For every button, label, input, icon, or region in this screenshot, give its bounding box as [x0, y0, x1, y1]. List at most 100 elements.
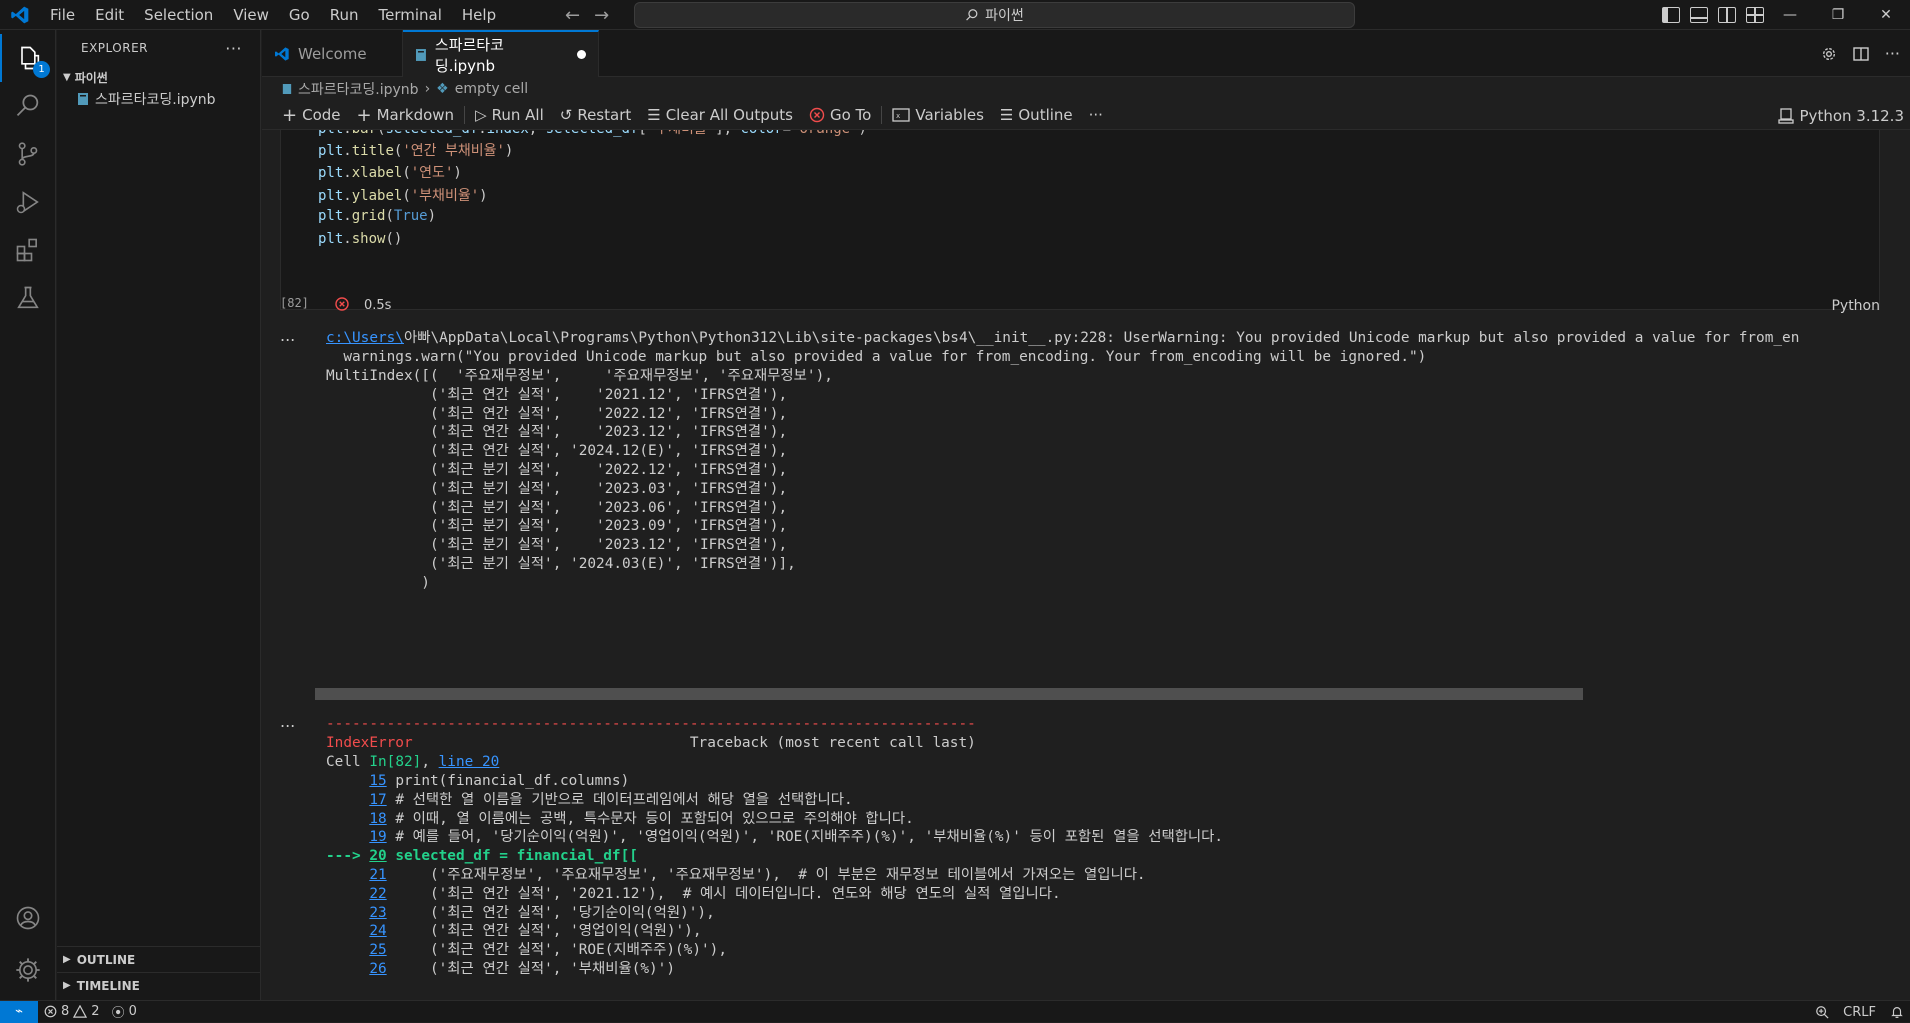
remote-indicator-icon[interactable]: ⌁: [0, 1000, 38, 1023]
svg-text:x: x: [896, 112, 900, 120]
restore-icon[interactable]: ❐: [1814, 0, 1862, 30]
line-number-link[interactable]: 23: [369, 905, 386, 921]
close-icon[interactable]: ✕: [1862, 0, 1910, 30]
list-icon: ☰: [999, 106, 1014, 124]
restart-button[interactable]: ↺ Restart: [552, 101, 640, 130]
error-circle-icon: [809, 107, 825, 123]
status-bar: ⌁ 8 2 ⦿ 0 CRLF: [0, 1000, 1910, 1023]
breadcrumb: 스파르타코딩.ipynb › ❖ empty cell: [262, 77, 1910, 101]
warning-count: 2: [91, 1004, 100, 1019]
clear-all-outputs-button[interactable]: ☰ Clear All Outputs: [639, 101, 801, 130]
breadcrumb-file[interactable]: 스파르타코딩.ipynb: [298, 79, 419, 99]
toggle-secondary-sidebar-icon[interactable]: [1718, 7, 1736, 23]
code-cell[interactable]: plt.bar(selected_df.index, selected_df['…: [280, 130, 1880, 310]
unsaved-dot-icon[interactable]: [577, 50, 586, 59]
menu-selection[interactable]: Selection: [134, 0, 223, 30]
warning-text: 아빠\AppData\Local\Programs\Python\Python3…: [403, 330, 1800, 346]
menu-file[interactable]: File: [40, 0, 85, 30]
menu-edit[interactable]: Edit: [85, 0, 134, 30]
run-all-button[interactable]: ▷ Run All: [467, 101, 552, 130]
variables-button[interactable]: x Variables: [884, 101, 992, 130]
add-markdown-button[interactable]: + Markdown: [349, 101, 463, 130]
source-control-icon[interactable]: [0, 130, 56, 178]
toolbar-more-button[interactable]: ···: [1081, 101, 1111, 130]
multiindex-line: ('최근 분기 실적', '2022.12', 'IFRS연결'),: [326, 461, 788, 478]
vscode-logo-icon: [0, 0, 40, 30]
line-number-link[interactable]: 26: [369, 961, 386, 977]
search-view-icon[interactable]: [0, 82, 56, 130]
code-line: plt.show(): [318, 231, 403, 247]
multiindex-line: ('최근 분기 실적', '2023.03', 'IFRS연결'),: [326, 480, 788, 497]
output-more-icon[interactable]: ...: [280, 712, 295, 731]
line-number-link[interactable]: 15: [369, 773, 386, 789]
problems-indicator[interactable]: 8 2: [38, 1004, 106, 1019]
more-actions-icon[interactable]: ···: [225, 39, 242, 58]
run-all-label: Run All: [491, 106, 544, 124]
testing-icon[interactable]: [0, 274, 56, 322]
line-number-link[interactable]: 21: [369, 867, 386, 883]
settings-gear-icon[interactable]: [1821, 46, 1837, 62]
minimize-icon[interactable]: —: [1766, 0, 1814, 30]
explorer-icon[interactable]: 1: [0, 34, 56, 82]
tab-welcome[interactable]: Welcome: [262, 30, 403, 77]
outline-button[interactable]: ☰ Outline: [992, 101, 1081, 130]
menu-terminal[interactable]: Terminal: [369, 0, 452, 30]
run-debug-icon[interactable]: [0, 178, 56, 226]
extensions-icon[interactable]: [0, 226, 56, 274]
line-number-link[interactable]: 20: [369, 848, 386, 864]
line-number-link[interactable]: 17: [369, 792, 386, 808]
manage-gear-icon[interactable]: [0, 946, 56, 994]
eol-indicator[interactable]: CRLF: [1843, 1005, 1876, 1020]
line-number-link[interactable]: 19: [369, 829, 386, 845]
traceback-label: Traceback (most recent call last): [412, 735, 976, 751]
title-bar: File Edit Selection View Go Run Terminal…: [0, 0, 1910, 30]
cell-duration: 0.5s: [364, 298, 392, 313]
back-arrow-icon[interactable]: ←: [565, 5, 580, 26]
menu-run[interactable]: Run: [320, 0, 369, 30]
line-number-link[interactable]: 25: [369, 942, 386, 958]
customize-layout-icon[interactable]: [1746, 7, 1764, 23]
ports-indicator[interactable]: ⦿ 0: [106, 1002, 143, 1021]
notebook-file-icon: [282, 84, 292, 94]
go-to-button[interactable]: Go To: [801, 101, 879, 130]
traceback-code: # 선택한 열 이름을 기반으로 데이터프레임에서 해당 열을 선택합니다.: [395, 791, 853, 808]
notifications-bell-icon[interactable]: [1890, 1005, 1904, 1019]
menu-go[interactable]: Go: [279, 0, 320, 30]
menu-view[interactable]: View: [223, 0, 279, 30]
chevron-right-icon: ▶: [63, 954, 71, 965]
command-center[interactable]: 파이썬: [634, 2, 1355, 28]
outline-section[interactable]: ▶ OUTLINE: [57, 946, 261, 972]
cell-sep: ,: [421, 754, 439, 770]
timeline-section[interactable]: ▶ TIMELINE: [57, 972, 261, 998]
warning-path-link[interactable]: c:\Users\: [326, 330, 404, 346]
line-number-link[interactable]: 22: [369, 886, 386, 902]
line-number-link[interactable]: 18: [369, 811, 386, 827]
kernel-picker[interactable]: Python 3.12.3: [1777, 101, 1904, 130]
folder-section[interactable]: ▼ 파이썬: [57, 66, 260, 88]
more-actions-icon[interactable]: ···: [1885, 44, 1900, 63]
accounts-icon[interactable]: [0, 894, 56, 942]
file-item-notebook[interactable]: 스파르타코딩.ipynb: [57, 88, 260, 110]
tab-notebook[interactable]: 스파르타코딩.ipynb: [403, 30, 599, 77]
cell-language[interactable]: Python: [1831, 298, 1880, 314]
menu-help[interactable]: Help: [452, 0, 506, 30]
editor-area: Welcome 스파르타코딩.ipynb ··· 스파르타코딩.ipynb › …: [262, 30, 1910, 1000]
line-number-link[interactable]: 24: [369, 923, 386, 939]
traceback-line: ---> 20 selected_df = financial_df[[: [326, 847, 638, 866]
output-horizontal-scrollbar[interactable]: [315, 688, 1583, 700]
multiindex-line: ('최근 연간 실적', '2023.12', 'IFRS연결'),: [326, 424, 788, 441]
notebook-file-icon: [415, 48, 426, 61]
error-status-icon: [335, 297, 349, 311]
toolbar-divider: [464, 106, 466, 124]
add-code-button[interactable]: + Code: [274, 101, 349, 130]
output-more-icon[interactable]: ...: [280, 326, 295, 345]
toggle-primary-sidebar-icon[interactable]: [1662, 7, 1680, 23]
line-ref-link[interactable]: line 20: [439, 754, 500, 770]
forward-arrow-icon[interactable]: →: [594, 5, 609, 26]
split-editor-icon[interactable]: [1853, 46, 1869, 62]
breadcrumb-cell[interactable]: empty cell: [455, 81, 528, 97]
toggle-panel-icon[interactable]: [1690, 7, 1708, 23]
zoom-icon[interactable]: [1815, 1005, 1829, 1019]
